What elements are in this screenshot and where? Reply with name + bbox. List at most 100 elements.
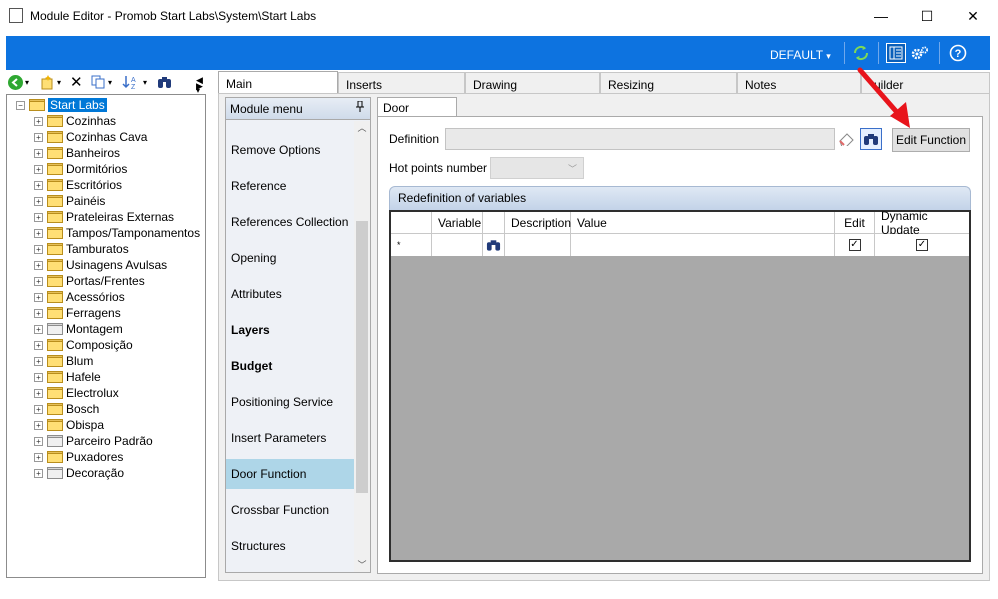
chevron-down-icon[interactable]: ▾ [25, 78, 29, 87]
tree-item[interactable]: + Tampos/Tamponamentos [34, 225, 200, 241]
scroll-thumb[interactable] [356, 221, 368, 493]
chevron-down-icon[interactable]: ▾ [108, 78, 112, 87]
expand-toggle[interactable]: + [34, 324, 43, 334]
module-menu-item[interactable]: Opening [226, 243, 354, 273]
tree-item[interactable]: + Acessórios [34, 289, 125, 305]
module-menu-item[interactable]: Layers [226, 315, 354, 345]
module-menu-item[interactable]: Insert Parameters [226, 423, 354, 453]
delete-icon[interactable]: ✕ [70, 73, 83, 91]
tab-drawing[interactable]: Drawing [465, 72, 600, 94]
tree-item[interactable]: + Bosch [34, 401, 99, 417]
definition-field[interactable] [445, 128, 835, 150]
tree-item[interactable]: + Tamburatos [34, 241, 129, 257]
tree-item[interactable]: + Ferragens [34, 305, 121, 321]
collapse-toggle[interactable]: − [16, 100, 25, 110]
help-icon[interactable]: ? [948, 43, 968, 63]
chevron-down-icon[interactable]: ▾ [57, 78, 61, 87]
tab-resizing[interactable]: Resizing [600, 72, 737, 94]
copy-icon[interactable] [90, 74, 106, 90]
expand-toggle[interactable]: + [34, 260, 43, 270]
tree-item[interactable]: + Blum [34, 353, 93, 369]
module-menu-item[interactable]: Remove Options [226, 135, 354, 165]
tree-item[interactable]: + Puxadores [34, 449, 123, 465]
chevron-down-icon[interactable]: ▾ [143, 78, 147, 87]
module-menu-item[interactable]: Crossbar Function [226, 495, 354, 525]
module-menu-item[interactable]: Structures [226, 531, 354, 561]
dynamic-update-checkbox[interactable]: ✓ [916, 239, 928, 251]
expand-toggle[interactable]: + [34, 196, 43, 206]
tree-item[interactable]: + Obispa [34, 417, 104, 433]
expand-toggle[interactable]: + [34, 356, 43, 366]
expand-toggle[interactable]: + [34, 276, 43, 286]
tree-item[interactable]: + Cozinhas Cava [34, 129, 147, 145]
description-cell[interactable] [505, 234, 571, 256]
expand-toggle[interactable]: + [34, 436, 43, 446]
variables-grid[interactable]: Variable Description Value Edit Dynamic … [389, 209, 971, 562]
tree-item[interactable]: + Usinagens Avulsas [34, 257, 167, 273]
scroll-up-icon[interactable]: ︿ [354, 121, 370, 135]
expand-toggle[interactable]: + [34, 244, 43, 254]
minimize-button[interactable]: — [858, 0, 904, 32]
close-button[interactable]: ✕ [950, 0, 996, 32]
tree-item[interactable]: + Montagem [34, 321, 123, 337]
tree-item[interactable]: + Decoração [34, 465, 124, 481]
expand-toggle[interactable]: + [34, 116, 43, 126]
tab-inserts[interactable]: Inserts [338, 72, 465, 94]
sort-icon[interactable]: AZ [122, 74, 140, 91]
column-description[interactable]: Description [505, 212, 571, 234]
tree-item[interactable]: + Parceiro Padrão [34, 433, 153, 449]
maximize-button[interactable]: ☐ [904, 0, 950, 32]
expand-toggle[interactable]: + [34, 292, 43, 302]
module-menu-item[interactable]: Budget [226, 351, 354, 381]
module-menu-item[interactable]: Positioning Service [226, 387, 354, 417]
tree-item[interactable]: + Banheiros [34, 145, 120, 161]
hot-points-select[interactable]: ﹀ [490, 157, 584, 179]
tree-item[interactable]: + Portas/Frentes [34, 273, 145, 289]
module-menu-item[interactable]: Door Function [226, 459, 354, 489]
column-value[interactable]: Value [571, 212, 835, 234]
module-menu-scrollbar[interactable]: ︿ ﹀ [354, 121, 370, 572]
tab-main[interactable]: Main [218, 71, 338, 95]
tree-root[interactable]: − Start Labs [16, 97, 107, 113]
tab-door-function[interactable]: Door Function [377, 97, 457, 129]
module-menu-item[interactable]: References Collection [226, 207, 354, 237]
expand-toggle[interactable]: + [34, 452, 43, 462]
tree-item[interactable]: + Escritórios [34, 177, 122, 193]
profile-dropdown[interactable]: DEFAULT ▾ [770, 48, 831, 62]
expand-toggle[interactable]: + [34, 148, 43, 158]
tree-item[interactable]: + Painéis [34, 193, 105, 209]
tree-item[interactable]: + Composição [34, 337, 133, 353]
edit-checkbox-cell[interactable]: ✓ [835, 234, 875, 256]
column-edit[interactable]: Edit [835, 212, 875, 234]
tree-item[interactable]: + Electrolux [34, 385, 119, 401]
back-icon[interactable] [8, 75, 23, 90]
expand-toggle[interactable]: + [34, 180, 43, 190]
column-variable[interactable]: Variable [432, 212, 483, 234]
expand-toggle[interactable]: + [34, 132, 43, 142]
variable-cell[interactable] [432, 234, 483, 256]
expand-toggle[interactable]: + [34, 340, 43, 350]
expand-toggle[interactable]: + [34, 164, 43, 174]
tree-item[interactable]: + Prateleiras Externas [34, 209, 174, 225]
column-dynamic-update[interactable]: Dynamic Update [875, 209, 969, 237]
expand-toggle[interactable]: + [34, 388, 43, 398]
expand-toggle[interactable]: + [34, 308, 43, 318]
edit-checkbox[interactable]: ✓ [848, 239, 861, 251]
table-row[interactable]: * ✓ ✓ [391, 234, 969, 256]
module-menu-item[interactable]: Reference [226, 171, 354, 201]
expand-toggle[interactable]: + [34, 228, 43, 238]
tree-item[interactable]: + Dormitórios [34, 161, 127, 177]
expand-toggle[interactable]: + [34, 404, 43, 414]
tab-notes[interactable]: Notes [737, 72, 861, 94]
expand-toggle[interactable]: + [34, 468, 43, 478]
expand-toggle[interactable]: + [34, 212, 43, 222]
module-menu-item[interactable]: Attributes [226, 279, 354, 309]
value-cell[interactable] [571, 234, 835, 256]
tree-item[interactable]: + Cozinhas [34, 113, 116, 129]
scroll-down-icon[interactable]: ﹀ [354, 558, 370, 572]
binoculars-icon[interactable] [156, 74, 174, 90]
library-tree[interactable]: − Start Labs + Cozinhas + Cozinhas Cava + Ban… [6, 94, 206, 578]
new-item-icon[interactable] [39, 74, 55, 90]
expand-toggle[interactable]: + [34, 372, 43, 382]
expand-toggle[interactable]: + [34, 420, 43, 430]
